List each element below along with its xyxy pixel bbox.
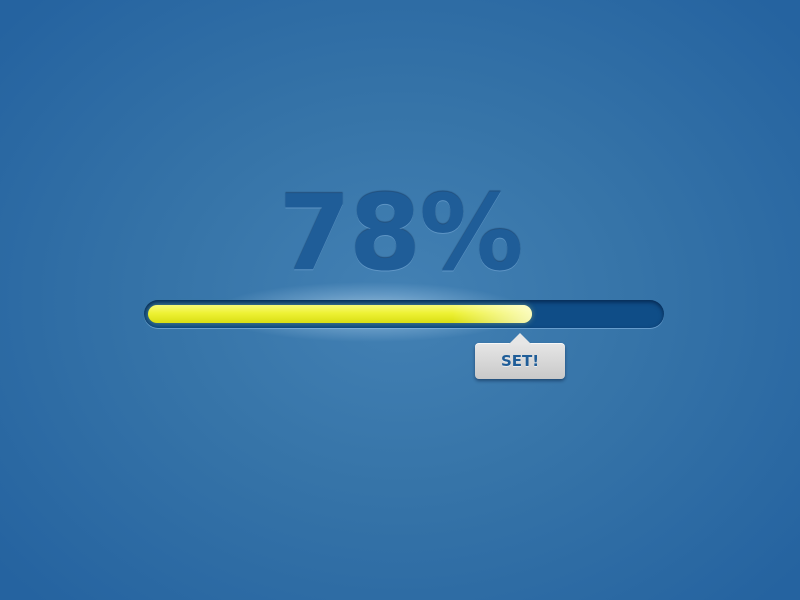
progress-widget: 78% SET! [0,0,800,600]
progress-fill [148,305,532,323]
percent-readout: 78% [278,172,524,294]
progress-fill-highlight [452,305,532,323]
tooltip-arrow-icon [509,333,531,344]
set-button-label: SET! [500,352,540,370]
progress-track [144,300,664,328]
set-tooltip-button[interactable]: SET! [475,333,565,379]
